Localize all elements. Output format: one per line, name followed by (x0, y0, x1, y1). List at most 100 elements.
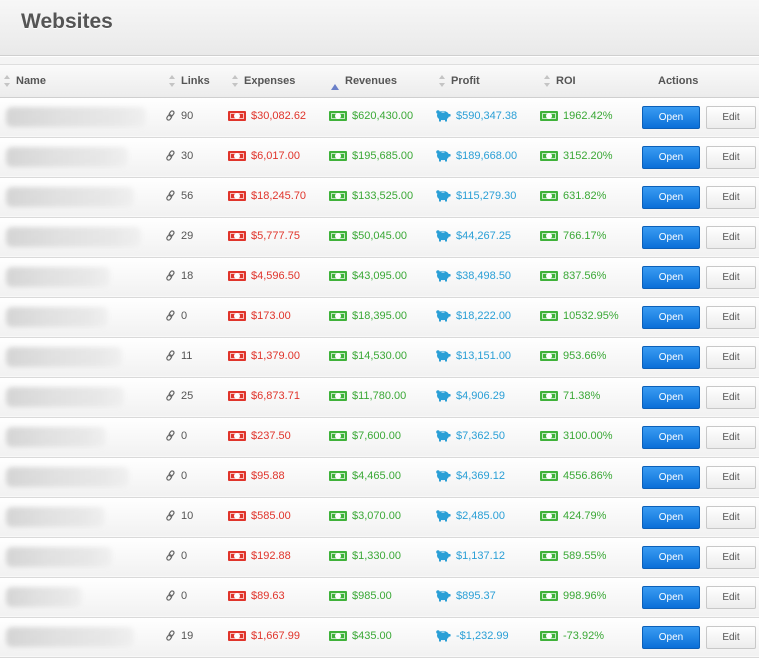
edit-button[interactable]: Edit (706, 425, 756, 449)
edit-button[interactable]: Edit (706, 305, 756, 329)
table-header-row: Name Links Expenses Revenues Profit ROI … (0, 65, 759, 98)
open-button[interactable]: Open (642, 225, 700, 249)
edit-button[interactable]: Edit (706, 505, 756, 529)
open-button[interactable]: Open (642, 385, 700, 409)
open-button[interactable]: Open (642, 625, 700, 649)
piggy-bank-icon (436, 310, 451, 322)
website-name-cell[interactable] (0, 617, 165, 658)
open-button[interactable]: Open (642, 585, 700, 609)
roi-money-icon (540, 191, 558, 201)
edit-button[interactable]: Edit (706, 345, 756, 369)
website-name-cell[interactable] (0, 297, 165, 338)
revenue-money-icon (329, 311, 347, 321)
piggy-bank-icon (436, 390, 451, 402)
revenue-money-icon (329, 151, 347, 161)
edit-button[interactable]: Edit (706, 105, 756, 129)
expense-money-icon (228, 471, 246, 481)
redacted-website-name (6, 507, 105, 527)
open-button[interactable]: Open (642, 345, 700, 369)
actions-cell: Open Edit (642, 177, 759, 218)
column-header-expenses[interactable]: Expenses (228, 65, 329, 98)
profit-cell: $13,151.00 (435, 337, 540, 378)
open-button[interactable]: Open (642, 505, 700, 529)
sort-icon (544, 74, 551, 87)
piggy-bank-icon (436, 270, 451, 282)
edit-button[interactable]: Edit (706, 545, 756, 569)
open-button[interactable]: Open (642, 305, 700, 329)
profit-cell: $4,369.12 (435, 457, 540, 498)
links-cell: 10 (165, 497, 228, 538)
edit-button[interactable]: Edit (706, 385, 756, 409)
website-name-cell[interactable] (0, 337, 165, 378)
website-name-cell[interactable] (0, 537, 165, 578)
open-button[interactable]: Open (642, 425, 700, 449)
links-cell: 0 (165, 577, 228, 618)
column-header-roi[interactable]: ROI (540, 65, 642, 98)
roi-cell: 424.79% (540, 497, 642, 538)
edit-button[interactable]: Edit (706, 585, 756, 609)
website-name-cell[interactable] (0, 457, 165, 498)
column-header-revenues[interactable]: Revenues (329, 65, 435, 98)
roi-cell: 71.38% (540, 377, 642, 418)
expense-money-icon (228, 511, 246, 521)
revenue-money-icon (329, 471, 347, 481)
revenues-cell: $11,780.00 (329, 377, 435, 418)
actions-cell: Open Edit (642, 417, 759, 458)
link-icon (166, 470, 175, 481)
open-button[interactable]: Open (642, 185, 700, 209)
website-name-cell[interactable] (0, 97, 165, 138)
column-header-profit[interactable]: Profit (435, 65, 540, 98)
revenues-cell: $18,395.00 (329, 297, 435, 338)
revenues-cell: $133,525.00 (329, 177, 435, 218)
column-header-name[interactable]: Name (0, 65, 165, 98)
edit-button[interactable]: Edit (706, 625, 756, 649)
revenue-money-icon (329, 511, 347, 521)
redacted-website-name (6, 427, 106, 447)
revenues-cell: $7,600.00 (329, 417, 435, 458)
table-row: 11 $1,379.00 $14,530.00 $13,151.00 953.6… (0, 337, 759, 378)
roi-money-icon (540, 391, 558, 401)
edit-button[interactable]: Edit (706, 225, 756, 249)
links-cell: 90 (165, 97, 228, 138)
links-cell: 18 (165, 257, 228, 298)
website-name-cell[interactable] (0, 377, 165, 418)
website-name-cell[interactable] (0, 137, 165, 178)
revenue-money-icon (329, 351, 347, 361)
profit-cell: $18,222.00 (435, 297, 540, 338)
roi-money-icon (540, 431, 558, 441)
table-body: 90 $30,082.62 $620,430.00 $590,347.38 19… (0, 97, 759, 658)
open-button[interactable]: Open (642, 465, 700, 489)
roi-cell: 766.17% (540, 217, 642, 258)
edit-button[interactable]: Edit (706, 265, 756, 289)
open-button[interactable]: Open (642, 265, 700, 289)
profit-cell: $38,498.50 (435, 257, 540, 298)
roi-money-icon (540, 551, 558, 561)
edit-button[interactable]: Edit (706, 185, 756, 209)
actions-cell: Open Edit (642, 257, 759, 298)
roi-cell: 837.56% (540, 257, 642, 298)
expense-money-icon (228, 191, 246, 201)
website-name-cell[interactable] (0, 257, 165, 298)
profit-cell: $7,362.50 (435, 417, 540, 458)
expense-money-icon (228, 431, 246, 441)
website-name-cell[interactable] (0, 217, 165, 258)
link-icon (166, 510, 175, 521)
expense-money-icon (228, 591, 246, 601)
profit-cell: $189,668.00 (435, 137, 540, 178)
website-name-cell[interactable] (0, 577, 165, 618)
link-icon (166, 150, 175, 161)
profit-cell: $44,267.25 (435, 217, 540, 258)
edit-button[interactable]: Edit (706, 465, 756, 489)
roi-money-icon (540, 631, 558, 641)
open-button[interactable]: Open (642, 545, 700, 569)
expense-money-icon (228, 151, 246, 161)
table-row: 30 $6,017.00 $195,685.00 $189,668.00 315… (0, 137, 759, 178)
column-header-links[interactable]: Links (165, 65, 228, 98)
open-button[interactable]: Open (642, 145, 700, 169)
piggy-bank-icon (436, 550, 451, 562)
open-button[interactable]: Open (642, 105, 700, 129)
edit-button[interactable]: Edit (706, 145, 756, 169)
website-name-cell[interactable] (0, 417, 165, 458)
website-name-cell[interactable] (0, 497, 165, 538)
website-name-cell[interactable] (0, 177, 165, 218)
